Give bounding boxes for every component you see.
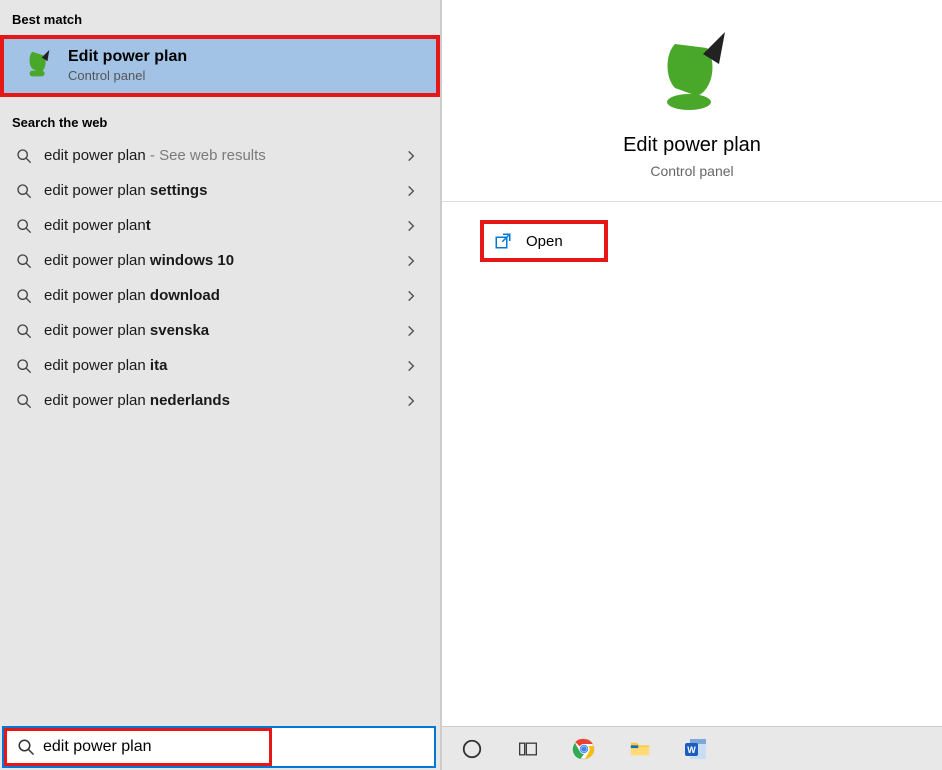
search-icon <box>16 358 32 374</box>
search-web-header: Search the web <box>0 97 440 138</box>
search-icon <box>17 738 35 756</box>
chevron-right-icon <box>404 219 418 233</box>
search-icon <box>16 218 32 234</box>
best-match-header: Best match <box>0 0 440 35</box>
chevron-right-icon <box>404 254 418 268</box>
search-icon <box>16 253 32 269</box>
detail-title: Edit power plan <box>623 134 761 157</box>
web-suggestions-list: edit power plan - See web results edit p… <box>0 138 440 418</box>
cortana-icon[interactable] <box>458 735 486 763</box>
chevron-right-icon <box>404 394 418 408</box>
search-icon <box>16 183 32 199</box>
web-suggestion[interactable]: edit power plan windows 10 <box>0 243 440 278</box>
taskbar: W <box>442 726 942 770</box>
svg-text:W: W <box>687 745 696 755</box>
search-icon <box>16 323 32 339</box>
search-icon <box>16 288 32 304</box>
detail-divider <box>442 201 942 202</box>
search-icon <box>16 148 32 164</box>
web-suggestion[interactable]: edit power plan - See web results <box>0 138 440 173</box>
web-suggestion[interactable]: edit power plan svenska <box>0 313 440 348</box>
chevron-right-icon <box>404 184 418 198</box>
best-match-title: Edit power plan <box>68 48 187 66</box>
chevron-right-icon <box>404 289 418 303</box>
search-input[interactable] <box>43 738 263 756</box>
result-detail-panel: Edit power plan Control panel Open <box>442 0 942 770</box>
start-search-bar <box>2 726 436 768</box>
web-suggestion[interactable]: edit power plant <box>0 208 440 243</box>
battery-icon <box>647 30 737 120</box>
best-match-subtitle: Control panel <box>68 68 187 83</box>
search-results-panel: Best match Edit power plan Control panel… <box>0 0 440 770</box>
battery-icon <box>20 47 56 83</box>
best-match-result[interactable]: Edit power plan Control panel <box>0 35 440 97</box>
open-action[interactable]: Open <box>480 220 608 262</box>
task-view-icon[interactable] <box>514 735 542 763</box>
open-label: Open <box>526 233 563 250</box>
chevron-right-icon <box>404 359 418 373</box>
search-icon <box>16 393 32 409</box>
web-suggestion[interactable]: edit power plan settings <box>0 173 440 208</box>
word-icon[interactable]: W <box>682 735 710 763</box>
open-icon <box>494 232 512 250</box>
web-suggestion[interactable]: edit power plan nederlands <box>0 383 440 418</box>
chrome-icon[interactable] <box>570 735 598 763</box>
web-suggestion[interactable]: edit power plan download <box>0 278 440 313</box>
chevron-right-icon <box>404 149 418 163</box>
chevron-right-icon <box>404 324 418 338</box>
detail-subtitle: Control panel <box>650 163 733 179</box>
web-suggestion[interactable]: edit power plan ita <box>0 348 440 383</box>
file-explorer-icon[interactable] <box>626 735 654 763</box>
